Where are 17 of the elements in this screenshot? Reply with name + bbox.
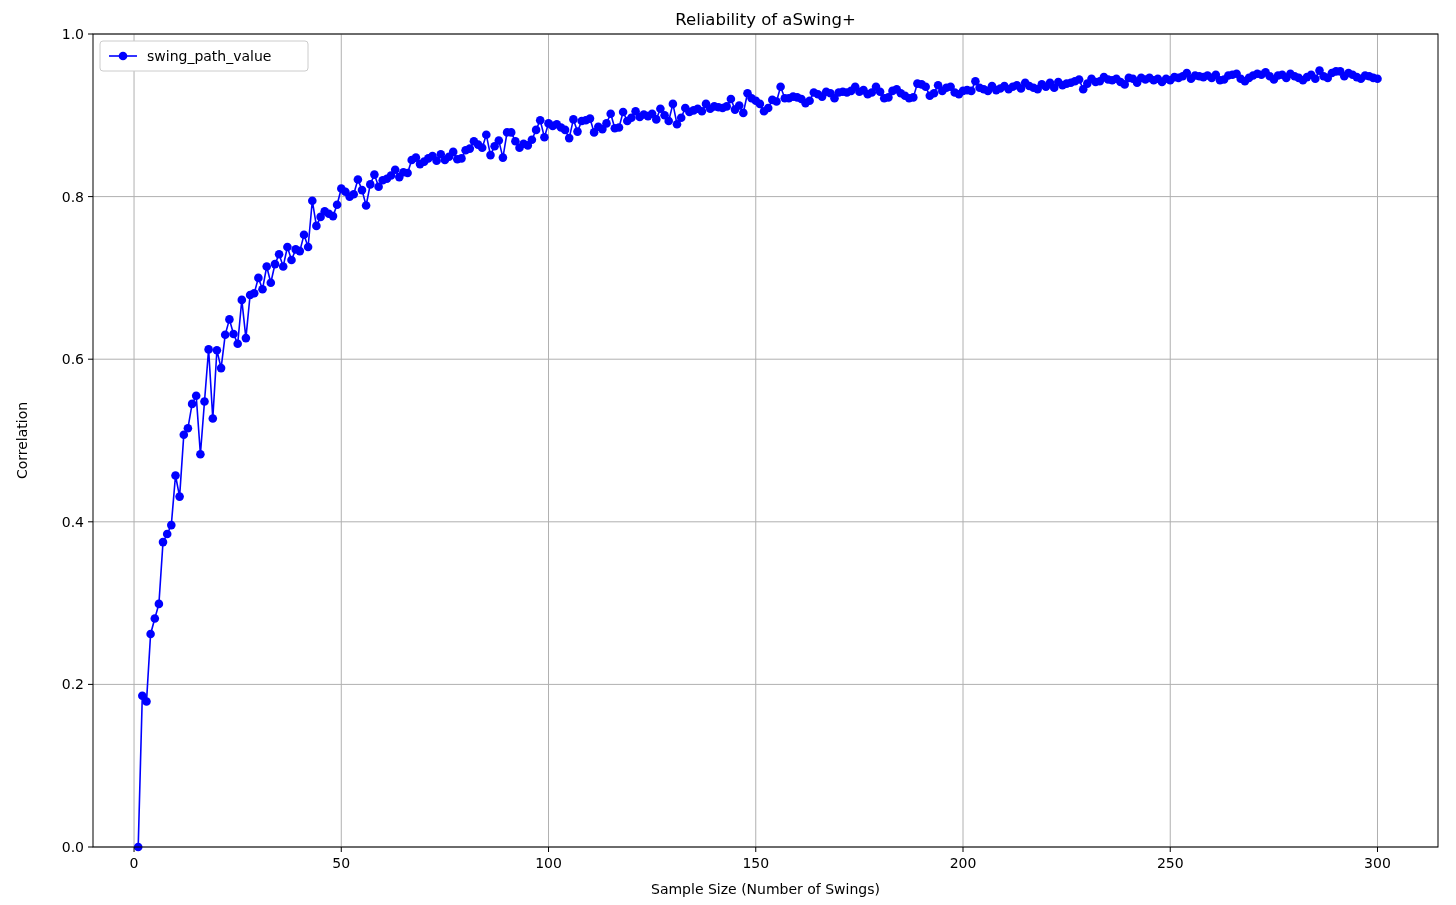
tick-label: 0.0 [61, 839, 84, 855]
tick-label: 50 [332, 855, 351, 871]
tick-label: 0.4 [61, 513, 84, 530]
chart-title: Reliability of aSwing+ [675, 10, 856, 29]
legend-label: swing_path_value [147, 48, 272, 64]
tick-label: 250 [1156, 855, 1184, 871]
tick-label: 100 [535, 855, 562, 871]
tick-label: 1.0 [61, 26, 84, 42]
axis-label: Correlation [14, 401, 30, 480]
tick-label: 300 [1364, 855, 1391, 871]
tick-label: 200 [949, 855, 977, 871]
axis-label: Sample Size (Number of Swings) [651, 881, 880, 897]
tick-label: 0.2 [61, 676, 84, 693]
tick-label: 150 [742, 855, 770, 871]
tick-label: 0.6 [61, 351, 84, 368]
tick-label: 0.8 [61, 188, 84, 205]
tick-label: 0 [129, 855, 139, 871]
